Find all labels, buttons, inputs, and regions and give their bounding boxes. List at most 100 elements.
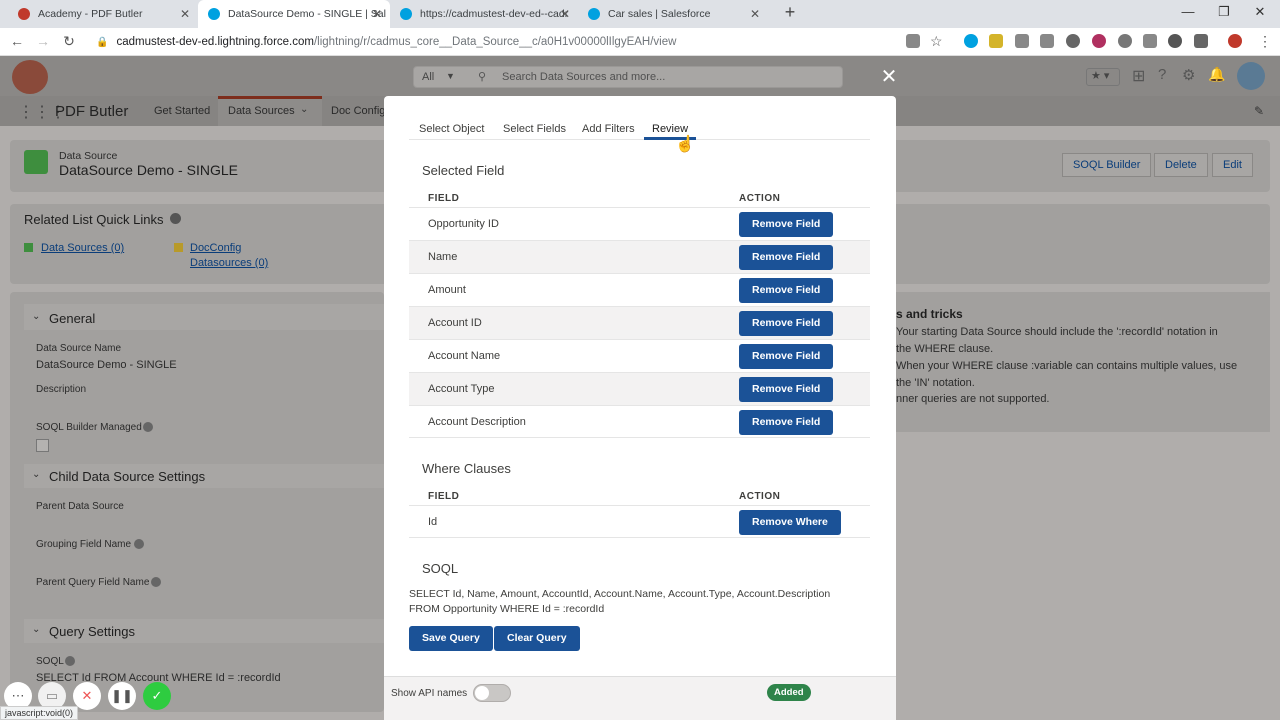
table-row: Amount Remove Field (409, 273, 870, 306)
close-window-icon[interactable]: ✕ (1250, 4, 1270, 20)
tab-select-object[interactable]: Select Object (419, 123, 484, 135)
close-tab-icon[interactable]: ✕ (750, 7, 760, 21)
browser-tab-url[interactable]: https://cadmustest-dev-ed--cadr ✕ (390, 0, 578, 28)
extension-icon[interactable] (1015, 34, 1029, 48)
field-label: Description (36, 384, 87, 395)
table-row: Opportunity ID Remove Field (409, 207, 870, 240)
bookmark-star-icon[interactable]: ☆ (930, 33, 943, 50)
related-link-docconfig[interactable]: DocConfig (190, 242, 241, 254)
tip-line: the WHERE clause. (896, 343, 994, 355)
extension-icon[interactable] (1092, 34, 1106, 48)
save-query-button[interactable]: Save Query (409, 626, 493, 651)
column-header-field: FIELD (428, 491, 460, 502)
field-label: SOQL (36, 656, 64, 667)
help-icon[interactable]: ? (1158, 66, 1166, 83)
show-api-names-label: Show API names (391, 688, 468, 699)
extension-icon[interactable] (1066, 34, 1080, 48)
new-tab-icon[interactable]: + (780, 2, 800, 23)
tab-add-filters[interactable]: Add Filters (582, 123, 635, 135)
search-scope-select[interactable]: All (422, 71, 434, 83)
global-search[interactable]: All ▼ ⚲ Search Data Sources and more... (413, 66, 843, 88)
data-source-icon (24, 150, 48, 174)
extension-icon[interactable] (1118, 34, 1132, 48)
field-name: Account Name (428, 350, 501, 362)
profile-avatar[interactable] (1228, 34, 1242, 48)
setup-gear-icon[interactable]: ⚙ (1182, 66, 1195, 84)
extension-icon[interactable] (989, 34, 1003, 48)
close-tab-icon[interactable]: ✕ (180, 7, 190, 21)
field-name: Account ID (428, 317, 482, 329)
column-header-action: ACTION (739, 491, 781, 502)
selected-field-title: Selected Field (422, 163, 505, 178)
browser-tab-datasource[interactable]: DataSource Demo - SINGLE | Sal ✕ (198, 0, 390, 28)
related-link-data-sources[interactable]: Data Sources (0) (41, 242, 124, 254)
browser-menu-icon[interactable]: ⋮ (1258, 33, 1272, 50)
browser-tab-academy[interactable]: Academy - PDF Butler ✕ (8, 0, 198, 28)
remove-field-button[interactable]: Remove Field (739, 344, 834, 369)
chevron-down-icon[interactable]: ⌄ (300, 104, 308, 115)
extension-icon[interactable] (1194, 34, 1208, 48)
soql-builder-button[interactable]: SOQL Builder (1062, 153, 1152, 177)
url-field[interactable]: 🔒 cadmustest-dev-ed.lightning.force.com /… (90, 31, 950, 53)
field-label: SOQL Builder Managed (36, 422, 142, 433)
where-field-name: Id (428, 516, 438, 528)
tip-line: When your WHERE clause :variable can con… (896, 360, 1238, 372)
restore-icon[interactable]: ❐ (1214, 4, 1234, 20)
modal-close-icon[interactable]: ✕ (879, 64, 899, 89)
reload-icon[interactable]: ↻ (60, 33, 78, 50)
show-api-names-toggle[interactable] (473, 684, 511, 702)
back-icon[interactable]: ← (8, 33, 26, 49)
tip-line: nner queries are not supported. (896, 393, 1050, 405)
soql-managed-checkbox[interactable] (36, 439, 49, 452)
related-link-docconfig-datasources[interactable]: Datasources (0) (190, 257, 268, 269)
info-icon (134, 539, 144, 549)
tip-line: the 'IN' notation. (896, 377, 975, 389)
toggle-knob (475, 686, 489, 700)
nav-item-doc-config[interactable]: Doc Config (331, 105, 385, 117)
pdf-butler-logo[interactable] (12, 60, 48, 94)
remove-field-button[interactable]: Remove Field (739, 311, 834, 336)
remove-field-button[interactable]: Remove Field (739, 410, 834, 435)
remove-field-button[interactable]: Remove Field (739, 245, 834, 270)
favorites-star-icon[interactable]: ★ ▾ (1086, 68, 1120, 86)
salesforce-extension-icon[interactable] (964, 34, 978, 48)
remove-field-button[interactable]: Remove Field (739, 278, 834, 303)
close-tab-icon[interactable]: ✕ (560, 7, 570, 21)
close-tab-icon[interactable]: ✕ (372, 7, 382, 21)
user-avatar[interactable] (1237, 62, 1265, 90)
tab-select-fields[interactable]: Select Fields (503, 123, 566, 135)
address-bar-row: ← → ↻ 🔒 cadmustest-dev-ed.lightning.forc… (0, 28, 1280, 56)
nav-item-data-sources[interactable]: Data Sources (228, 105, 295, 117)
tips-title: s and tricks (896, 307, 963, 321)
field-label: Parent Query Field Name (36, 577, 150, 588)
global-add-icon[interactable]: ⊞ (1132, 66, 1145, 86)
nav-item-get-started[interactable]: Get Started (154, 105, 210, 117)
delete-button[interactable]: Delete (1154, 153, 1208, 177)
tab-title: Academy - PDF Butler (38, 8, 143, 20)
table-row: Account Name Remove Field (409, 339, 870, 372)
clear-query-button[interactable]: Clear Query (494, 626, 580, 651)
edit-button[interactable]: Edit (1212, 153, 1253, 177)
finish-recording-check-icon[interactable]: ✓ (143, 682, 171, 710)
edit-nav-pencil-icon[interactable]: ✎ (1254, 104, 1264, 118)
forward-icon[interactable]: → (34, 33, 52, 49)
notifications-bell-icon[interactable]: 🔔 (1208, 66, 1225, 83)
translate-icon[interactable] (906, 34, 920, 48)
chevron-down-icon: ▼ (446, 71, 455, 81)
column-header-action: ACTION (739, 193, 781, 204)
extension-icon[interactable] (1040, 34, 1054, 48)
field-label: Grouping Field Name (36, 539, 132, 550)
browser-tab-carsales[interactable]: Car sales | Salesforce ✕ (578, 0, 768, 28)
remove-field-button[interactable]: Remove Field (739, 212, 834, 237)
sync-icon[interactable] (1168, 34, 1182, 48)
extension-icon[interactable] (1143, 34, 1157, 48)
field-name: Name (428, 251, 458, 263)
remove-where-button[interactable]: Remove Where (739, 510, 841, 535)
minimize-icon[interactable]: — (1178, 4, 1198, 19)
tab-title: DataSource Demo - SINGLE | Sal (228, 8, 386, 20)
remove-field-button[interactable]: Remove Field (739, 377, 834, 402)
field-name: Opportunity ID (428, 218, 499, 230)
search-placeholder: Search Data Sources and more... (502, 71, 666, 83)
url-path: /lightning/r/cadmus_core__Data_Source__c… (313, 36, 677, 48)
pause-icon[interactable]: ❚❚ (108, 682, 136, 710)
